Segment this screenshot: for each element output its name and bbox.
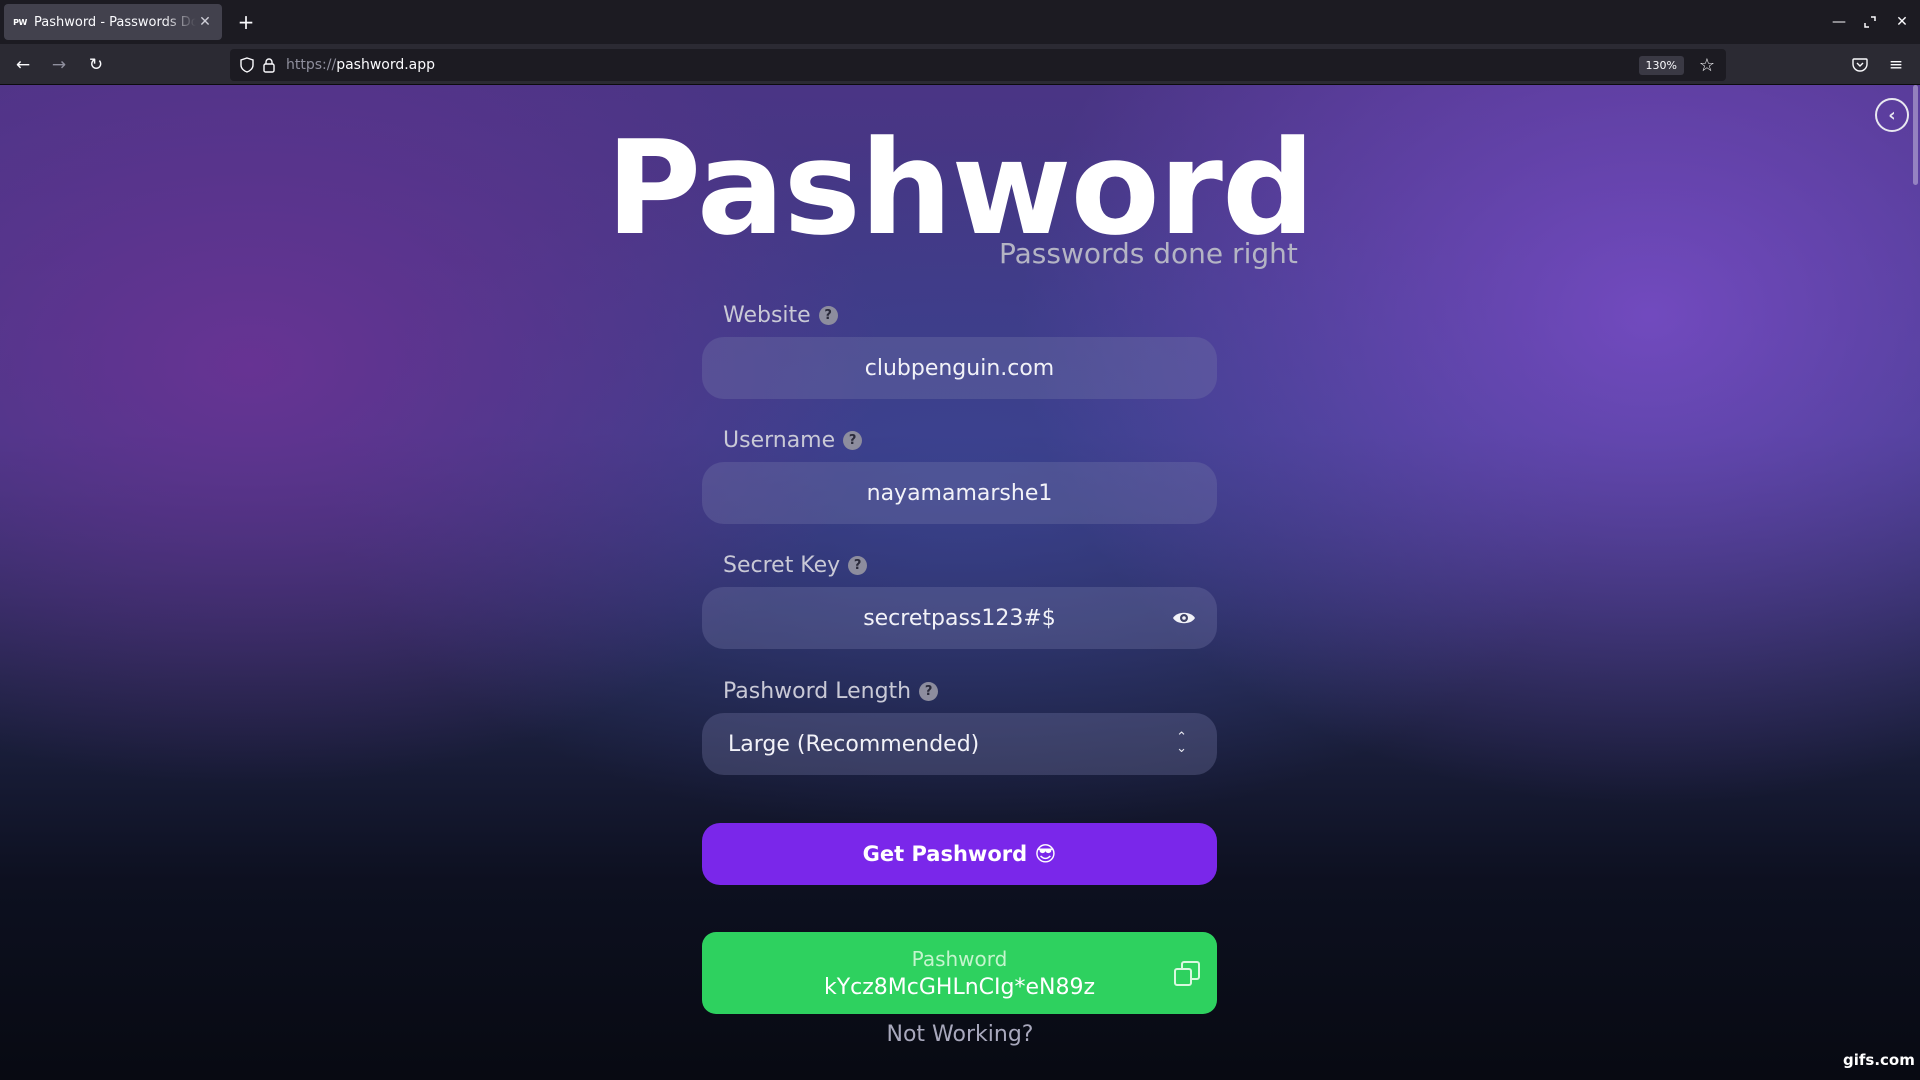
zoom-level[interactable]: 130% bbox=[1638, 55, 1684, 75]
pashword-result[interactable]: Pashword kYcz8McGHLnCIg*eN89z bbox=[702, 932, 1217, 1014]
secret-key-value: secretpass123#$ bbox=[863, 605, 1056, 631]
help-icon[interactable]: ? bbox=[818, 306, 838, 325]
copy-icon[interactable] bbox=[1173, 960, 1201, 988]
username-label-text: Username bbox=[723, 428, 836, 453]
minimize-icon[interactable]: — bbox=[1827, 10, 1851, 34]
tagline: Passwords done right bbox=[999, 237, 1298, 270]
menu-icon[interactable]: ≡ bbox=[1883, 52, 1909, 78]
length-select[interactable]: Large (Recommended) ⌃ ⌄ bbox=[702, 713, 1217, 775]
length-select-value: Large (Recommended) bbox=[728, 731, 980, 757]
close-icon[interactable]: ✕ bbox=[196, 13, 214, 31]
url-text[interactable]: https://pashword.app bbox=[286, 57, 1639, 73]
close-window-icon[interactable]: ✕ bbox=[1890, 10, 1914, 34]
url-bar[interactable]: https://pashword.app 130% ☆ bbox=[230, 49, 1726, 81]
website-label: Website ? bbox=[723, 303, 838, 328]
secret-key-label-text: Secret Key bbox=[723, 553, 841, 578]
help-icon[interactable]: ? bbox=[843, 431, 863, 450]
tab-favicon: PW bbox=[13, 17, 27, 27]
forward-icon[interactable]: → bbox=[46, 52, 72, 78]
website-label-text: Website bbox=[723, 303, 811, 328]
chevron-updown-icon: ⌃ ⌄ bbox=[1176, 730, 1187, 756]
tab-bar: PW Pashword - Passwords Done Right ✕ + —… bbox=[0, 0, 1920, 44]
new-tab-button[interactable]: + bbox=[234, 10, 258, 34]
url-protocol: https:// bbox=[286, 57, 337, 73]
url-host: pashword.app bbox=[336, 57, 436, 73]
username-label: Username ? bbox=[723, 428, 863, 453]
secret-key-label: Secret Key ? bbox=[723, 553, 868, 578]
pocket-icon[interactable] bbox=[1847, 52, 1873, 78]
shield-icon[interactable] bbox=[236, 54, 258, 76]
reload-icon[interactable]: ↻ bbox=[83, 52, 109, 78]
nav-bar: ← → ↻ https://pashword.app 130% ☆ ≡ bbox=[0, 44, 1920, 85]
website-input[interactable]: clubpenguin.com bbox=[702, 337, 1217, 399]
lock-icon[interactable] bbox=[258, 54, 280, 76]
browser-tab[interactable]: PW Pashword - Passwords Done Right ✕ bbox=[4, 4, 222, 40]
help-icon[interactable]: ? bbox=[919, 682, 939, 701]
not-working-link[interactable]: Not Working? bbox=[0, 1022, 1920, 1047]
secret-key-input[interactable]: secretpass123#$ bbox=[702, 587, 1217, 649]
username-input[interactable]: nayamamarshe1 bbox=[702, 462, 1217, 524]
get-pashword-button[interactable]: Get Pashword 😎 bbox=[702, 823, 1217, 885]
result-label: Pashword bbox=[911, 946, 1008, 971]
result-value[interactable]: kYcz8McGHLnCIg*eN89z bbox=[824, 975, 1095, 1000]
help-icon[interactable]: ? bbox=[848, 556, 868, 575]
watermark: gifs.com bbox=[1843, 1051, 1915, 1069]
star-icon[interactable]: ☆ bbox=[1696, 55, 1718, 76]
page-title: Pashword bbox=[605, 112, 1315, 264]
page-content: ‹ Pashword Passwords done right Website … bbox=[0, 85, 1920, 1080]
length-label-text: Pashword Length bbox=[723, 679, 912, 704]
length-label: Pashword Length ? bbox=[723, 679, 939, 704]
eye-icon[interactable] bbox=[1171, 605, 1197, 631]
restore-icon[interactable] bbox=[1858, 10, 1882, 34]
tab-title: Pashword - Passwords Done Right bbox=[34, 14, 196, 30]
back-icon[interactable]: ← bbox=[10, 52, 36, 78]
